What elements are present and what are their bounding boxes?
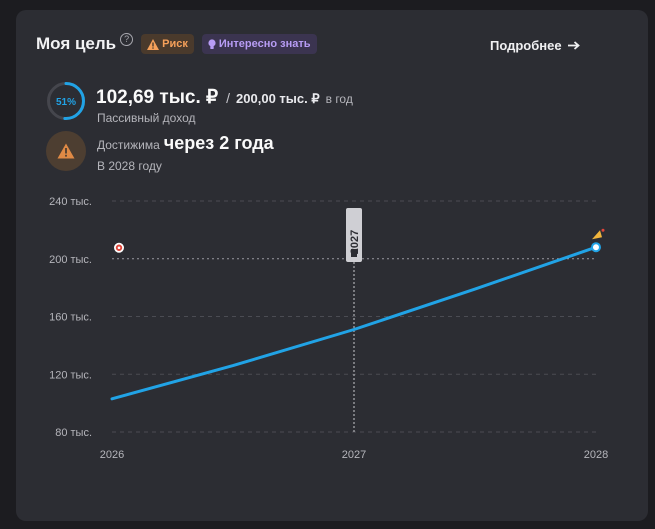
goal-card: Моя цель ? Риск Интересно знать Подробне… bbox=[16, 10, 648, 521]
goal-chart: 240 тыс. 200 тыс. 160 тыс. 120 тыс. 80 тыс. 2… bbox=[49, 196, 608, 461]
party-confetti bbox=[601, 228, 605, 232]
x-tick-label: 2028 bbox=[584, 449, 608, 461]
y-tick-label: 120 тыс. bbox=[49, 369, 92, 381]
x-tick-label: 2026 bbox=[100, 449, 124, 461]
x-tick-label: 2027 bbox=[342, 449, 366, 461]
target-icon-center bbox=[117, 246, 121, 250]
y-tick-label: 160 тыс. bbox=[49, 312, 92, 324]
y-tick-label: 240 тыс. bbox=[49, 196, 92, 208]
y-tick-label: 80 тыс. bbox=[55, 427, 92, 439]
end-point bbox=[591, 242, 601, 253]
party-icon bbox=[592, 230, 602, 240]
flag-icon bbox=[351, 249, 357, 257]
y-tick-label: 200 тыс. bbox=[49, 254, 92, 266]
